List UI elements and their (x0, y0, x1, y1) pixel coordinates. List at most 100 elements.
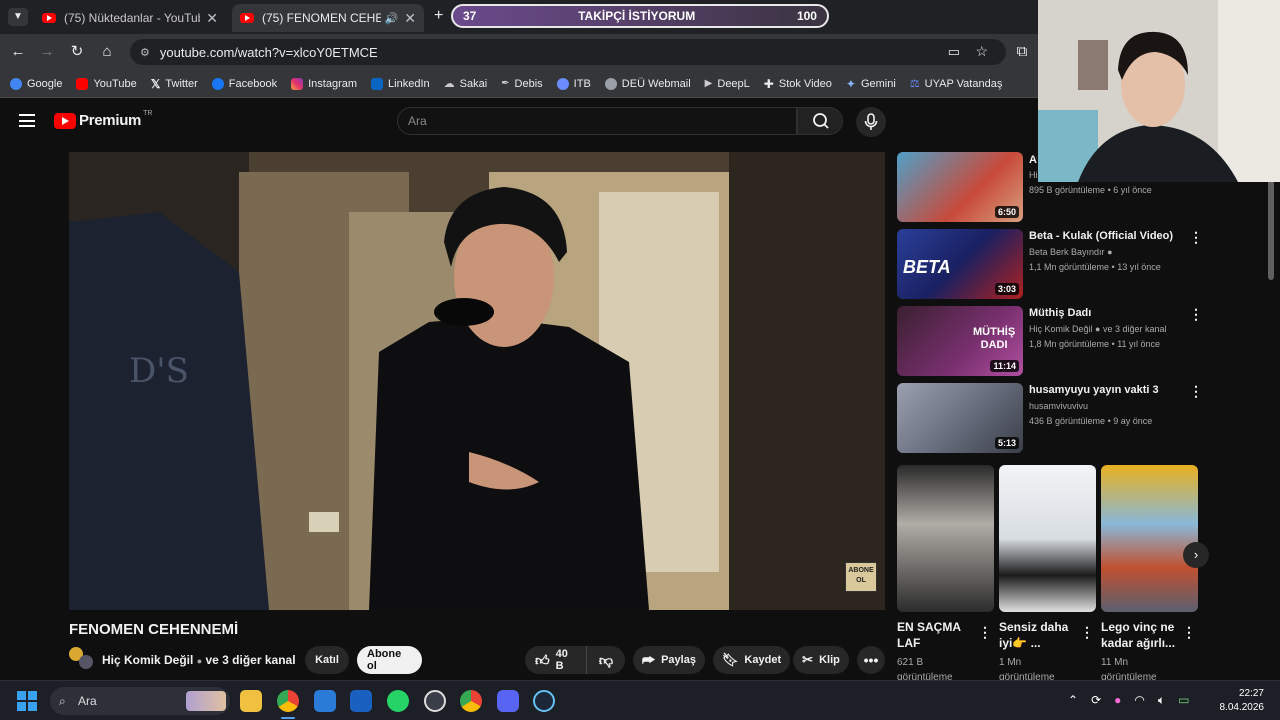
recommendation-title[interactable]: Ay (1029, 154, 1037, 166)
battery-icon[interactable]: ▭ (1178, 693, 1189, 708)
more-icon[interactable]: ⋮ (1189, 229, 1203, 246)
recommendation-title[interactable]: Beta - Kulak (Official Video) (1029, 230, 1179, 242)
bookmark-gemini[interactable]: ✦ Gemini (846, 77, 896, 91)
microsoft-store-icon[interactable] (314, 690, 336, 712)
bookmark-itb[interactable]: ITB (556, 77, 591, 90)
windows-start-icon[interactable] (17, 691, 37, 711)
channel-name[interactable]: Hiç Komik Değil (102, 653, 193, 667)
recommendation-item[interactable]: BETA 3:03 Beta - Kulak (Official Video) … (897, 229, 1203, 299)
short-title[interactable]: Lego vinç ne kadar ağırlı... (1101, 619, 1181, 651)
save-button[interactable]: 🔖︎ Kaydet (713, 646, 790, 674)
forward-button[interactable]: → (37, 42, 57, 62)
more-icon[interactable]: ⋮ (978, 624, 992, 641)
discord-icon[interactable] (497, 690, 519, 712)
duration-badge: 11:14 (990, 360, 1019, 372)
tab-search-button[interactable]: ▼ (8, 8, 28, 26)
windows-taskbar: ⌕ Ara ⌃ ⟳ ● ◠ 🔈︎ ▭ 22:27 8.04.2026 (0, 680, 1280, 720)
collab-text[interactable]: ve 3 diğer kanal (205, 653, 295, 667)
chevron-up-icon[interactable]: ⌃ (1068, 693, 1078, 708)
video-thumbnail[interactable]: 6:50 (897, 152, 1023, 222)
close-icon[interactable]: ✕ (206, 10, 218, 27)
sync-icon[interactable]: ⟳ (1091, 693, 1101, 708)
video-player[interactable]: D'S ABONE OL (69, 152, 885, 610)
app-icon[interactable] (424, 690, 446, 712)
video-thumbnail[interactable]: 5:13 (897, 383, 1023, 453)
clip-button[interactable]: ✂ Klip (793, 646, 849, 674)
bookmark-youtube[interactable]: YouTube (76, 77, 137, 90)
speaker-icon[interactable]: 🔊 (385, 12, 399, 25)
short-thumbnail[interactable] (999, 465, 1096, 612)
bookmark-debis[interactable]: ✒ Debis (501, 78, 543, 90)
svg-text:D'S: D'S (129, 351, 189, 391)
recommendation-title[interactable]: Müthiş Dadı (1029, 307, 1179, 319)
bookmark-stok-video[interactable]: ✚ Stok Video (764, 77, 832, 91)
chrome-profile-icon[interactable] (460, 690, 482, 712)
steam-icon[interactable] (533, 690, 555, 712)
share-button[interactable]: ⮫ Paylaş (633, 646, 705, 674)
address-bar[interactable]: ⚙ youtube.com/watch?v=xlcoY0ETMCE ▭ ☆ (130, 39, 1006, 65)
cast-icon[interactable]: ▭ (948, 44, 960, 60)
bookmark-facebook[interactable]: Facebook (211, 77, 277, 90)
search-input[interactable]: Ara (397, 107, 797, 135)
bookmark-deu-webmail[interactable]: DEÜ Webmail (604, 77, 691, 90)
back-button[interactable]: ← (8, 42, 28, 62)
bookmark-instagram[interactable]: Instagram (291, 77, 357, 90)
star-icon[interactable]: ☆ (975, 43, 988, 60)
bookmark-deepl[interactable]: ▶ DeepL (705, 78, 750, 90)
video-thumbnail[interactable]: BETA 3:03 (897, 229, 1023, 299)
recommendation-channel[interactable]: Beta Berk Bayındır ● (1029, 247, 1113, 257)
home-button[interactable]: ⌂ (97, 42, 117, 62)
short-title[interactable]: Sensiz daha iyi👉 ... (999, 619, 1079, 651)
shorts-next-button[interactable]: › (1183, 542, 1209, 568)
active-app-indicator (281, 717, 295, 719)
taskbar-clock[interactable]: 22:27 8.04.2026 (1220, 687, 1265, 715)
volume-icon[interactable]: 🔈︎ (1158, 693, 1165, 708)
youtube-logo[interactable]: Premium TR (54, 110, 152, 129)
whatsapp-icon[interactable] (387, 690, 409, 712)
chrome-icon[interactable] (277, 690, 299, 712)
file-explorer-icon[interactable] (240, 690, 262, 712)
tab-fenomen-cehennemi[interactable]: (75) FENOMEN CEHENNEMİ 🔊 ✕ (232, 4, 424, 32)
mail-icon[interactable] (350, 690, 372, 712)
tab-nuktedanlar[interactable]: (75) Nüktedanlar - YouTube ✕ (34, 4, 226, 32)
bookmark-twitter[interactable]: 𝕏 Twitter (151, 77, 198, 91)
recommendation-item[interactable]: MÜTHİŞ DADI 11:14 Müthiş Dadı Hiç Komik D… (897, 306, 1203, 376)
more-actions-button[interactable]: ••• (857, 646, 885, 674)
recommendation-title[interactable]: husamyuyu yayın vakti 3 (1029, 384, 1179, 396)
bookmark-uyap[interactable]: ⚖ UYAP Vatandaş (910, 77, 1003, 91)
bookmark-google[interactable]: Google (10, 77, 62, 90)
bookmark-sakai[interactable]: ☁ Sakai (444, 77, 488, 91)
recommendation-item[interactable]: 5:13 husamyuyu yayın vakti 3 husamvivuvi… (897, 383, 1203, 453)
more-icon[interactable]: ⋮ (1080, 624, 1094, 641)
close-icon[interactable]: ✕ (404, 10, 416, 27)
scissors-icon: ✂ (802, 652, 814, 667)
short-thumbnail[interactable] (897, 465, 994, 612)
taskbar-search-input[interactable]: ⌕ Ara (50, 687, 230, 715)
extensions-icon[interactable]: ⧉ (1012, 42, 1032, 62)
like-button[interactable]: 👍︎ 40 B (525, 646, 587, 674)
short-thumbnail[interactable] (1101, 465, 1198, 612)
video-thumbnail[interactable]: MÜTHİŞ DADI 11:14 (897, 306, 1023, 376)
site-info-icon[interactable]: ⚙ (140, 46, 150, 59)
recommendation-channel[interactable]: Hiç Komik Değil ● ve 3 diğer kanal (1029, 324, 1167, 334)
menu-icon[interactable] (19, 114, 35, 127)
wifi-icon[interactable]: ◠ (1134, 693, 1144, 708)
subscribe-watermark-badge[interactable]: ABONE OL (845, 562, 877, 592)
tab-title: (75) FENOMEN CEHENNEMİ (262, 11, 381, 25)
recommendation-channel[interactable]: husamvivuvivu (1029, 401, 1088, 411)
more-icon[interactable]: ⋮ (1189, 383, 1203, 400)
channel-avatar[interactable] (69, 647, 95, 671)
dislike-button[interactable]: 👎︎ (587, 646, 625, 674)
search-button[interactable] (797, 107, 843, 135)
join-button[interactable]: Katıl (305, 646, 349, 674)
more-icon[interactable]: ⋮ (1189, 306, 1203, 323)
recommendation-stats: 1,1 Mn görüntüleme • 13 yıl önce (1029, 262, 1161, 272)
short-title[interactable]: EN SAÇMA LAF (897, 619, 977, 651)
subscribe-button[interactable]: Abone ol (357, 646, 422, 674)
more-icon[interactable]: ⋮ (1182, 624, 1196, 641)
microphone-icon[interactable]: ● (1114, 693, 1121, 708)
voice-search-button[interactable] (856, 107, 886, 137)
reload-button[interactable]: ↻ (67, 42, 87, 62)
new-tab-button[interactable]: + (434, 7, 443, 25)
bookmark-linkedin[interactable]: LinkedIn (371, 77, 430, 90)
